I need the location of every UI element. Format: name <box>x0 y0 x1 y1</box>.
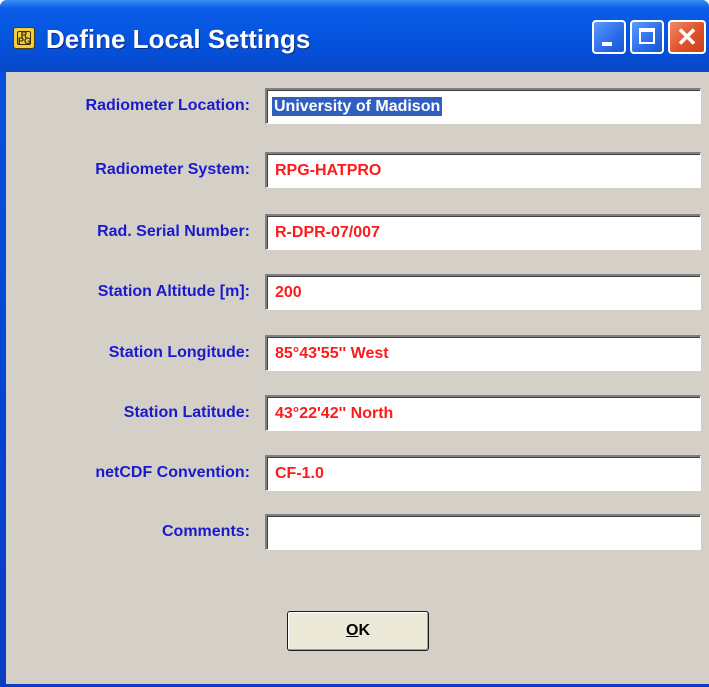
dialog-window: R PG Define Local Settings ✕ Radiometer L… <box>0 0 709 687</box>
close-button[interactable]: ✕ <box>668 20 706 54</box>
maximize-button[interactable] <box>630 20 664 54</box>
label-comments: Comments: <box>161 523 250 540</box>
window-title: Define Local Settings <box>46 24 311 54</box>
radiometer-system-field[interactable]: RPG-HATPRO <box>265 152 701 188</box>
comments-field[interactable] <box>265 514 701 550</box>
label-radiometer-location: Radiometer Location: <box>85 97 250 114</box>
minimize-button[interactable] <box>592 20 626 54</box>
ok-mnemonic: O <box>345 622 359 639</box>
label-station-latitude: Station Latitude: <box>123 404 250 421</box>
rpg-app-icon[interactable]: R PG <box>13 27 35 49</box>
close-icon: ✕ <box>676 22 698 52</box>
label-station-altitude: Station Altitude [m]: <box>97 283 250 300</box>
ok-label-rest: K <box>358 622 370 639</box>
label-radiometer-system: Radiometer System: <box>95 161 250 178</box>
label-station-longitude: Station Longitude: <box>108 344 250 361</box>
station-altitude-field[interactable]: 200 <box>265 274 701 310</box>
minimize-icon <box>602 42 612 46</box>
app-icon-glyph: R PG <box>17 30 32 46</box>
radiometer-location-value: University of Madison <box>272 97 443 116</box>
ok-button[interactable]: OK <box>287 611 429 651</box>
station-longitude-field[interactable]: 85°43'55'' West <box>265 335 701 371</box>
title-bar[interactable]: R PG Define Local Settings ✕ <box>0 0 709 72</box>
maximize-icon <box>639 28 655 44</box>
rad-serial-number-field[interactable]: R-DPR-07/007 <box>265 214 701 250</box>
dialog-body: Radiometer Location: University of Madis… <box>6 72 709 684</box>
label-rad-serial-number: Rad. Serial Number: <box>97 223 250 240</box>
radiometer-location-field[interactable]: University of Madison <box>265 88 701 124</box>
station-latitude-field[interactable]: 43°22'42'' North <box>265 395 701 431</box>
label-netcdf-convention: netCDF Convention: <box>95 464 250 481</box>
netcdf-convention-field[interactable]: CF-1.0 <box>265 455 701 491</box>
